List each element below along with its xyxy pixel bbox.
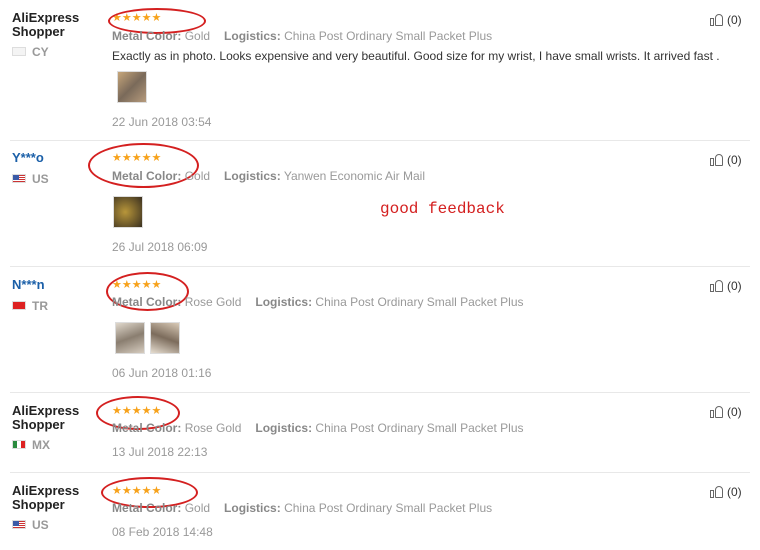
review-photo[interactable] [115, 322, 145, 354]
helpful-button[interactable]: (0) [710, 405, 742, 419]
country: CY [12, 45, 49, 59]
country: MX [12, 438, 50, 452]
helpful-button[interactable]: (0) [710, 13, 742, 27]
annotation-text: good feedback [380, 200, 505, 218]
thumbs-up-icon [710, 405, 724, 418]
divider [10, 266, 750, 267]
helpful-button[interactable]: (0) [710, 485, 742, 499]
thumbs-up-icon [710, 485, 724, 498]
review-attributes: Metal Color: Gold Logistics: China Post O… [112, 29, 493, 43]
divider [10, 472, 750, 473]
review-photo[interactable] [150, 322, 180, 354]
thumbs-up-icon [710, 13, 724, 26]
username: AliExpress Shopper [12, 403, 80, 432]
flag-cy-icon [12, 47, 26, 56]
username: AliExpress Shopper [12, 10, 80, 39]
review-photo[interactable] [113, 196, 143, 228]
username: AliExpress Shopper [12, 483, 80, 512]
flag-tr-icon [12, 301, 26, 310]
review-attributes: Metal Color: Gold Logistics: Yanwen Econo… [112, 169, 426, 183]
username[interactable]: N***n [12, 278, 104, 292]
helpful-button[interactable]: (0) [710, 279, 742, 293]
divider [10, 392, 750, 393]
country: US [12, 172, 49, 186]
thumbs-up-icon [710, 279, 724, 292]
divider [10, 140, 750, 141]
review-text: Exactly as in photo. Looks expensive and… [112, 49, 720, 63]
thumbs-up-icon [710, 153, 724, 166]
flag-us-icon [12, 520, 26, 529]
review-attributes: Metal Color: Rose Gold Logistics: China P… [112, 421, 524, 435]
review-date: 26 Jul 2018 06:09 [112, 240, 208, 254]
review-attributes: Metal Color: Rose Gold Logistics: China P… [112, 295, 524, 309]
helpful-button[interactable]: (0) [710, 153, 742, 167]
country: US [12, 518, 49, 532]
review-date: 13 Jul 2018 22:13 [112, 445, 208, 459]
flag-mx-icon [12, 440, 26, 449]
review-attributes: Metal Color: Gold Logistics: China Post O… [112, 501, 493, 515]
review-photo[interactable] [117, 71, 147, 103]
review-date: 08 Feb 2018 14:48 [112, 525, 213, 539]
flag-us-icon [12, 174, 26, 183]
review-date: 06 Jun 2018 01:16 [112, 366, 212, 380]
country: TR [12, 299, 48, 313]
review-date: 22 Jun 2018 03:54 [112, 115, 212, 129]
